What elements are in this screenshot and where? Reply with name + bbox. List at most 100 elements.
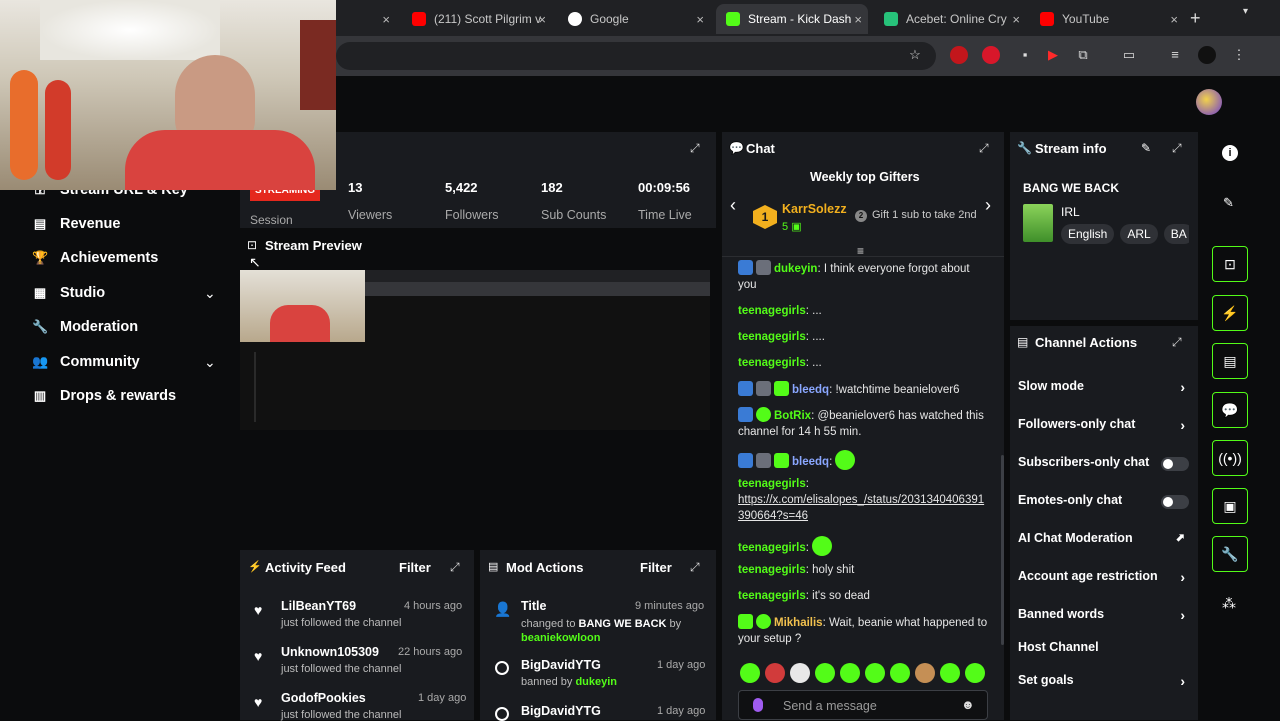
extension-icon[interactable] — [982, 46, 1000, 64]
bookmark-star-icon[interactable]: ☆ — [906, 46, 924, 64]
chat-username[interactable]: bleedq — [792, 456, 829, 468]
close-tab-icon[interactable]: × — [854, 12, 862, 27]
chat-username[interactable]: teenagegirls — [738, 305, 806, 317]
lightning-quick-action[interactable]: ⚡ — [1212, 295, 1248, 331]
screenshot-quick-action[interactable]: ⊡ — [1212, 246, 1248, 282]
more-actions-icon[interactable]: ⁂ — [1222, 595, 1236, 612]
emote-icon[interactable] — [890, 663, 910, 683]
sidebar-item-moderation[interactable]: 🔧 Moderation — [32, 319, 138, 335]
popout-icon[interactable]: ⤢ — [979, 141, 989, 156]
activity-user[interactable]: GodofPookies — [281, 691, 401, 705]
chat-username[interactable]: teenagegirls — [738, 542, 806, 554]
mod-item-name[interactable]: BigDavidYTG — [521, 658, 617, 672]
mod-item-actor[interactable]: dukeyin — [575, 676, 617, 688]
action-set-goals[interactable]: Set goals › — [1018, 673, 1193, 689]
wrench-quick-action[interactable]: 🔧 — [1212, 536, 1248, 572]
chat-username[interactable]: teenagegirls — [738, 564, 806, 576]
omnibox[interactable] — [336, 42, 936, 70]
sidebar-item-achievements[interactable]: 🏆 Achievements — [32, 250, 158, 266]
chat-input-box[interactable]: Send a message ☻ — [738, 690, 988, 720]
action-ai-moderation[interactable]: AI Chat Moderation ⬈ — [1018, 531, 1193, 545]
chat-username[interactable]: dukeyin — [774, 263, 817, 275]
sidebar-item-community[interactable]: 👥 Community — [32, 354, 140, 370]
chevron-down-icon[interactable]: ⌄ — [204, 354, 216, 371]
action-account-age[interactable]: Account age restriction › — [1018, 569, 1193, 585]
chevron-right-icon[interactable]: › — [985, 195, 991, 216]
chat-username[interactable]: BotRix — [774, 410, 811, 422]
mod-filter-button[interactable]: Filter — [640, 560, 672, 575]
extensions-puzzle-icon[interactable]: ⧉ — [1074, 46, 1092, 64]
youtube-extension-icon[interactable]: ▶ — [1044, 46, 1062, 64]
chat-username[interactable]: teenagegirls — [738, 357, 806, 369]
adblock-extension-icon[interactable] — [950, 46, 968, 64]
mod-item-name[interactable]: BigDavidYTG — [521, 704, 601, 718]
chat-link[interactable]: https://x.com/elisalopes_/status/2031340… — [738, 494, 984, 522]
browser-tab-kick-dashboard[interactable]: Stream - Kick Dash × — [716, 4, 868, 34]
popout-icon[interactable]: ⤢ — [690, 560, 700, 575]
activity-filter-button[interactable]: Filter — [399, 560, 431, 575]
browser-menu-icon[interactable]: ⋮ — [1230, 46, 1248, 64]
emotes-only-toggle[interactable] — [1161, 495, 1189, 509]
microphone-icon[interactable] — [753, 698, 763, 712]
notes-quick-action[interactable]: ▤ — [1212, 343, 1248, 379]
emote-icon[interactable] — [840, 663, 860, 683]
action-host-channel[interactable]: Host Channel — [1018, 640, 1193, 654]
top-gifter-name[interactable]: KarrSolezz — [782, 202, 847, 216]
action-followers-only[interactable]: Followers-only chat › — [1018, 417, 1193, 433]
popout-icon[interactable]: ⤢ — [690, 141, 700, 156]
emote-icon[interactable] — [965, 663, 985, 683]
emote-icon[interactable] — [740, 663, 760, 683]
action-banned-words[interactable]: Banned words › — [1018, 607, 1193, 623]
media-icon[interactable]: ≡ — [1166, 46, 1184, 64]
extension-badge-icon[interactable]: ▪ — [1016, 46, 1034, 64]
popout-icon[interactable]: ⤢ — [450, 560, 460, 575]
edit-pencil-icon[interactable]: ✎ — [1141, 141, 1151, 155]
chat-username[interactable]: teenagegirls — [738, 331, 806, 343]
activity-user[interactable]: Unknown105309 — [281, 645, 401, 659]
emote-icon[interactable] — [865, 663, 885, 683]
close-tab-icon[interactable]: × — [1170, 12, 1178, 27]
tab-search-icon[interactable]: ▾ — [1243, 6, 1248, 17]
popout-icon[interactable]: ⤢ — [1172, 141, 1182, 156]
chat-quick-action[interactable]: 💬 — [1212, 392, 1248, 428]
close-tab-icon[interactable]: × — [696, 12, 704, 27]
browser-tab-youtube-scott[interactable]: (211) Scott Pilgrim v × — [402, 4, 552, 34]
emote-icon[interactable] — [915, 663, 935, 683]
chat-username[interactable]: teenagegirls — [738, 478, 806, 490]
chevron-left-icon[interactable]: ‹ — [730, 195, 736, 216]
tag-chip[interactable]: English — [1061, 224, 1115, 244]
action-slow-mode[interactable]: Slow mode › — [1018, 379, 1193, 395]
browser-tab-partial[interactable]: × — [336, 4, 396, 34]
emoji-picker-icon[interactable]: ☻ — [961, 697, 975, 712]
chat-username[interactable]: teenagegirls — [738, 590, 806, 602]
close-tab-icon[interactable]: × — [538, 12, 546, 27]
category-name[interactable]: IRL — [1061, 205, 1080, 219]
stream-preview-video[interactable] — [240, 270, 710, 430]
emote-icon[interactable] — [765, 663, 785, 683]
user-avatar[interactable] — [1196, 89, 1222, 115]
popout-icon[interactable]: ⤢ — [1172, 335, 1182, 350]
chat-username[interactable]: bleedq — [792, 384, 829, 396]
sidebar-item-drops-rewards[interactable]: ▥ Drops & rewards — [32, 388, 176, 404]
browser-tab-google[interactable]: Google × — [560, 4, 710, 34]
mod-item-actor[interactable]: beaniekowloon — [521, 632, 600, 644]
layout-quick-action[interactable]: ▣ — [1212, 488, 1248, 524]
subscribers-only-toggle[interactable] — [1161, 457, 1189, 471]
browser-tab-youtube[interactable]: YouTube × — [1034, 4, 1184, 34]
emote-icon[interactable] — [815, 663, 835, 683]
profile-avatar[interactable] — [1198, 46, 1216, 64]
chevron-down-icon[interactable]: ⌄ — [204, 285, 216, 302]
browser-tab-acebet[interactable]: Acebet: Online Cry × — [876, 4, 1026, 34]
chat-scrollbar[interactable] — [1001, 455, 1004, 645]
emote-icon[interactable] — [940, 663, 960, 683]
sidebar-item-studio[interactable]: ▦ Studio — [32, 285, 105, 301]
chat-username[interactable]: Mikhailis — [774, 617, 823, 629]
broadcast-quick-action[interactable]: ((•)) — [1212, 440, 1248, 476]
emote-icon[interactable] — [790, 663, 810, 683]
sidebar-item-revenue[interactable]: ▤ Revenue — [32, 216, 121, 232]
close-tab-icon[interactable]: × — [382, 12, 390, 27]
category-thumbnail[interactable] — [1023, 204, 1053, 242]
edit-pencil-icon[interactable]: ✎ — [1223, 195, 1234, 211]
cast-icon[interactable]: ▭ — [1120, 46, 1138, 64]
tag-chip[interactable]: ARL — [1120, 224, 1158, 244]
